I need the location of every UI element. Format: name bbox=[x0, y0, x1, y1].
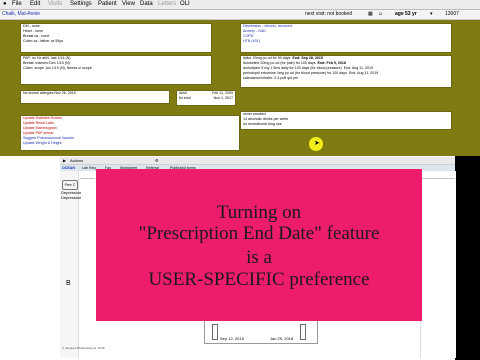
menu-letters[interactable]: Letters bbox=[158, 0, 176, 9]
left-label: Depression bbox=[61, 195, 82, 200]
medications-box[interactable]: lipitor 20mg po od for 90 days End: Sep … bbox=[240, 55, 452, 88]
menu-edit[interactable]: Edit bbox=[30, 0, 40, 9]
screening-box[interactable]: PAP: no Hx abN, last 1/14 (N) Breast: ma… bbox=[20, 55, 212, 85]
calendar-icon[interactable]: ▦ bbox=[368, 10, 373, 19]
apple-icon[interactable]: ● bbox=[3, 0, 7, 9]
play-icon[interactable]: ▶ bbox=[63, 157, 66, 164]
patient-age: age 53 yr bbox=[395, 11, 417, 17]
actions-toolbar: ▶ Actions ⚙ bbox=[60, 157, 455, 165]
overlay-line: "Prescription End Date" feature bbox=[138, 223, 380, 244]
patient-id: 13007 bbox=[445, 11, 459, 17]
problem-list-box[interactable]: Depression - chronic, recurrent Anxiety … bbox=[240, 23, 452, 53]
person-icon: ☺ bbox=[378, 11, 384, 17]
patient-bar: Chalk, Mal-Annie next visit: not booked … bbox=[0, 10, 480, 20]
graph-date: Jan 25, 2018 bbox=[270, 336, 294, 341]
menu-view[interactable]: View bbox=[122, 0, 135, 9]
family-history-box[interactable]: DM - none Heart - none Breast ca - none … bbox=[20, 23, 212, 53]
problem-line: HTN (401) bbox=[243, 39, 260, 43]
gear-icon[interactable]: ⚙ bbox=[155, 157, 159, 164]
overlay-line: Turning on bbox=[216, 202, 302, 223]
medication-line: salbutamol inhaler: 2-4 puff qid prn bbox=[243, 76, 299, 80]
menu-oli[interactable]: OLI bbox=[180, 0, 190, 9]
graph-date: Sep 12, 2015 bbox=[220, 336, 244, 341]
menu-settings[interactable]: Settings bbox=[70, 0, 92, 9]
prev-button[interactable]: Prev C bbox=[62, 180, 78, 190]
next-visit: next visit: not booked bbox=[305, 11, 352, 17]
tab-lab-req[interactable]: Lab Req bbox=[82, 165, 96, 171]
overlay-line: is a bbox=[246, 247, 272, 268]
announcement-overlay: Turning on "Prescription End Date" featu… bbox=[96, 169, 422, 321]
history-line: Colon ca - father ca 55yo bbox=[23, 39, 64, 43]
social-history-box[interactable]: never smoked 14 alcoholic drinks per wee… bbox=[240, 111, 452, 130]
allergies-box[interactable]: No known allergies Nov 26, 2015 bbox=[20, 90, 170, 104]
menu-data[interactable]: Data bbox=[140, 0, 153, 9]
window-edge bbox=[455, 156, 480, 360]
reminder-link[interactable]: Update Weight & Height bbox=[23, 141, 237, 146]
reminders-box[interactable]: Update Diabetes Screen Update Renal Labs… bbox=[20, 115, 240, 151]
divider bbox=[80, 178, 95, 179]
social-line: no recreational drug use bbox=[243, 122, 282, 126]
graph-bar bbox=[212, 324, 218, 340]
immunization-line: flu shot Nov 1, 2017 bbox=[179, 96, 233, 100]
actions-menu[interactable]: Actions bbox=[70, 157, 83, 164]
menu-bar: ● File Edit Visits Settings Patient View… bbox=[0, 0, 480, 10]
mouse-pointer-icon: ➤ bbox=[314, 140, 320, 147]
chevron-down-icon[interactable]: ▾ bbox=[430, 10, 433, 19]
footer-credit: © Jacques Bhattacharyya, 2018 bbox=[62, 346, 105, 350]
screening-line: Colon: scope Jun 1/15 (N), Needs u/ scop… bbox=[23, 66, 92, 70]
menu-patient[interactable]: Patient bbox=[98, 0, 117, 9]
graph-bar bbox=[300, 324, 306, 340]
overlay-line: USER-SPECIFIC preference bbox=[148, 269, 370, 290]
allergy-line: No known allergies Nov 26, 2015 bbox=[23, 91, 76, 95]
immunization-box[interactable]: Advil Feb 11, 2009 flu shot Nov 1, 2017 bbox=[176, 90, 236, 106]
divider bbox=[422, 178, 455, 179]
graph-letter: B bbox=[66, 280, 71, 287]
menu-file[interactable]: File bbox=[12, 0, 22, 9]
patient-name[interactable]: Chalk, Mal-Annie bbox=[2, 10, 40, 19]
menu-visits[interactable]: Visits bbox=[48, 0, 62, 9]
right-column bbox=[420, 171, 456, 358]
